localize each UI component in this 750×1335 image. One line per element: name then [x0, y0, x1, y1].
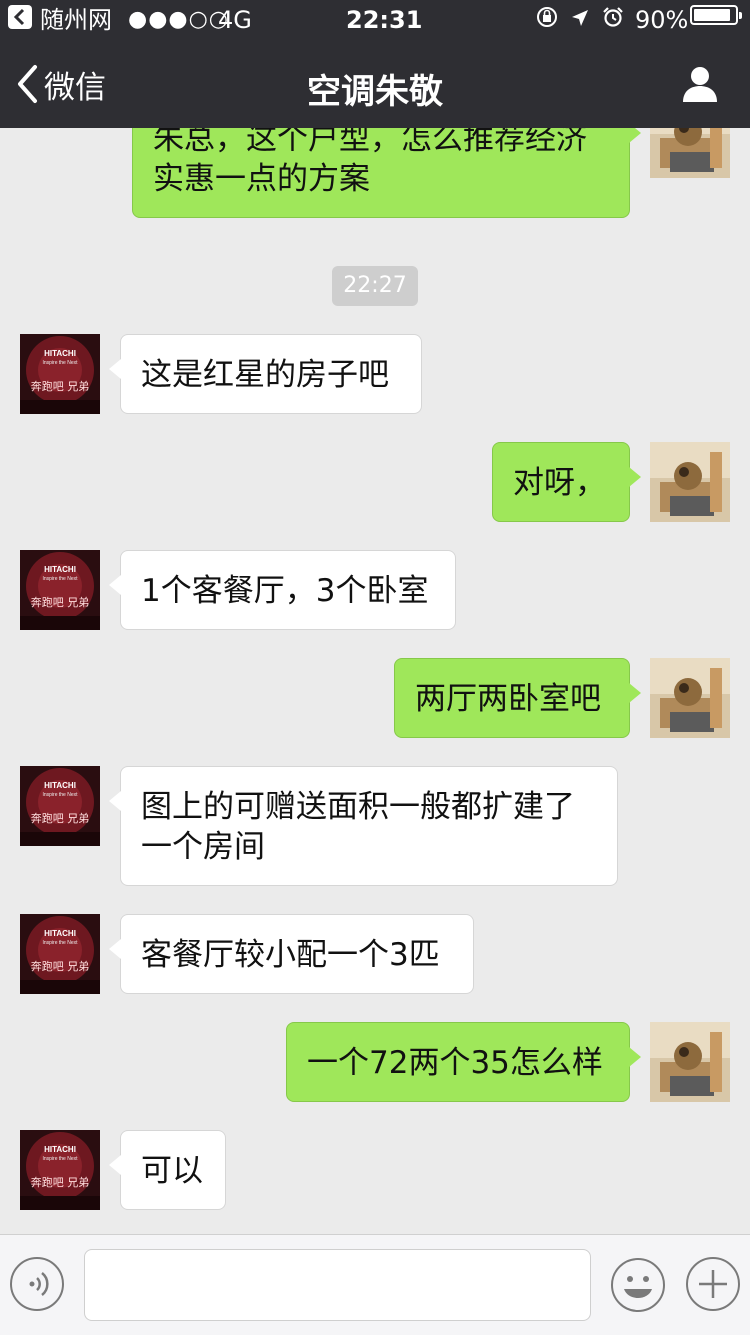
- avatar-tagline: Inspire the Next: [42, 792, 78, 798]
- page-title: 空调朱敬: [307, 72, 443, 112]
- avatar-caption: 奔跑吧 兄弟: [31, 379, 90, 393]
- avatar-caption: 奔跑吧 兄弟: [31, 811, 90, 825]
- input-bar: [0, 1234, 750, 1335]
- avatar-brand: HITACHI: [44, 349, 76, 358]
- received-message-bubble[interactable]: 1个客餐厅，3个卧室: [109, 550, 456, 630]
- avatar-brand: HITACHI: [44, 565, 76, 574]
- signal-strength: ●●●○○: [128, 7, 229, 32]
- avatar-tagline: Inspire the Next: [42, 1156, 78, 1162]
- received-message-bubble[interactable]: 可以: [109, 1130, 226, 1210]
- battery-tip: [739, 12, 742, 19]
- message-input[interactable]: [84, 1249, 591, 1321]
- avatar-brand: HITACHI: [44, 1145, 76, 1154]
- sent-message-bubble[interactable]: 两厅两卧室吧: [394, 658, 641, 738]
- plus-icon: [699, 1270, 727, 1298]
- avatar-caption: 奔跑吧 兄弟: [31, 595, 90, 609]
- self-avatar[interactable]: [650, 1022, 730, 1102]
- avatar-tagline: Inspire the Next: [42, 940, 78, 946]
- nav-bar: 微信 空调朱敬: [0, 40, 750, 128]
- received-message-bubble[interactable]: 图上的可赠送面积一般都扩建了一个房间: [109, 766, 618, 886]
- avatar-caption: 奔跑吧 兄弟: [31, 959, 90, 973]
- battery-percent: 90%: [635, 6, 689, 34]
- carrier-name: 随州网: [40, 6, 112, 34]
- more-button[interactable]: [686, 1257, 740, 1311]
- status-bar: 随州网 ●●●○○ 4G 22:31 90%: [0, 0, 750, 40]
- emoji-button[interactable]: [610, 1257, 666, 1313]
- network-type: 4G: [218, 6, 252, 34]
- battery-fill: [694, 9, 730, 21]
- emoji-icon: [611, 1258, 665, 1312]
- self-avatar[interactable]: [650, 128, 730, 178]
- voice-button[interactable]: [10, 1257, 64, 1311]
- received-message-bubble[interactable]: 客餐厅较小配一个3匹: [109, 914, 474, 994]
- sent-message-bubble[interactable]: 对呀，: [492, 442, 641, 522]
- rotation-lock-icon: [536, 5, 558, 27]
- contact-avatar[interactable]: HITACHI Inspire the Next 奔跑吧 兄弟: [20, 914, 100, 994]
- chat-area[interactable]: 22:27 朱总，这个户型，怎么推荐经济实惠一点的方案 HITACHI Inspir…: [0, 128, 750, 1234]
- received-message-bubble[interactable]: 这是红星的房子吧: [109, 334, 422, 414]
- contact-avatar[interactable]: HITACHI Inspire the Next 奔跑吧 兄弟: [20, 766, 100, 846]
- message-timestamp: 22:27: [332, 266, 418, 306]
- self-avatar[interactable]: [650, 658, 730, 738]
- contact-avatar[interactable]: HITACHI Inspire the Next 奔跑吧 兄弟: [20, 550, 100, 630]
- alarm-icon: [602, 5, 624, 27]
- voice-icon: [29, 1272, 49, 1296]
- back-to-app-icon[interactable]: [8, 5, 32, 29]
- location-icon: [570, 5, 590, 26]
- avatar-brand: HITACHI: [44, 929, 76, 938]
- sent-message-bubble[interactable]: 一个72两个35怎么样: [286, 1022, 641, 1102]
- avatar-tagline: Inspire the Next: [42, 576, 78, 582]
- avatar-tagline: Inspire the Next: [42, 360, 78, 366]
- status-time: 22:31: [346, 6, 423, 34]
- avatar-brand: HITACHI: [44, 781, 76, 790]
- battery-icon: [690, 5, 742, 25]
- contact-avatar[interactable]: HITACHI Inspire the Next 奔跑吧 兄弟: [20, 1130, 100, 1210]
- contact-avatar[interactable]: HITACHI Inspire the Next 奔跑吧 兄弟: [20, 334, 100, 414]
- sent-message-bubble[interactable]: 朱总，这个户型，怎么推荐经济实惠一点的方案: [132, 128, 641, 218]
- self-avatar[interactable]: [650, 442, 730, 522]
- avatar-caption: 奔跑吧 兄弟: [31, 1175, 90, 1189]
- person-icon[interactable]: [680, 64, 720, 104]
